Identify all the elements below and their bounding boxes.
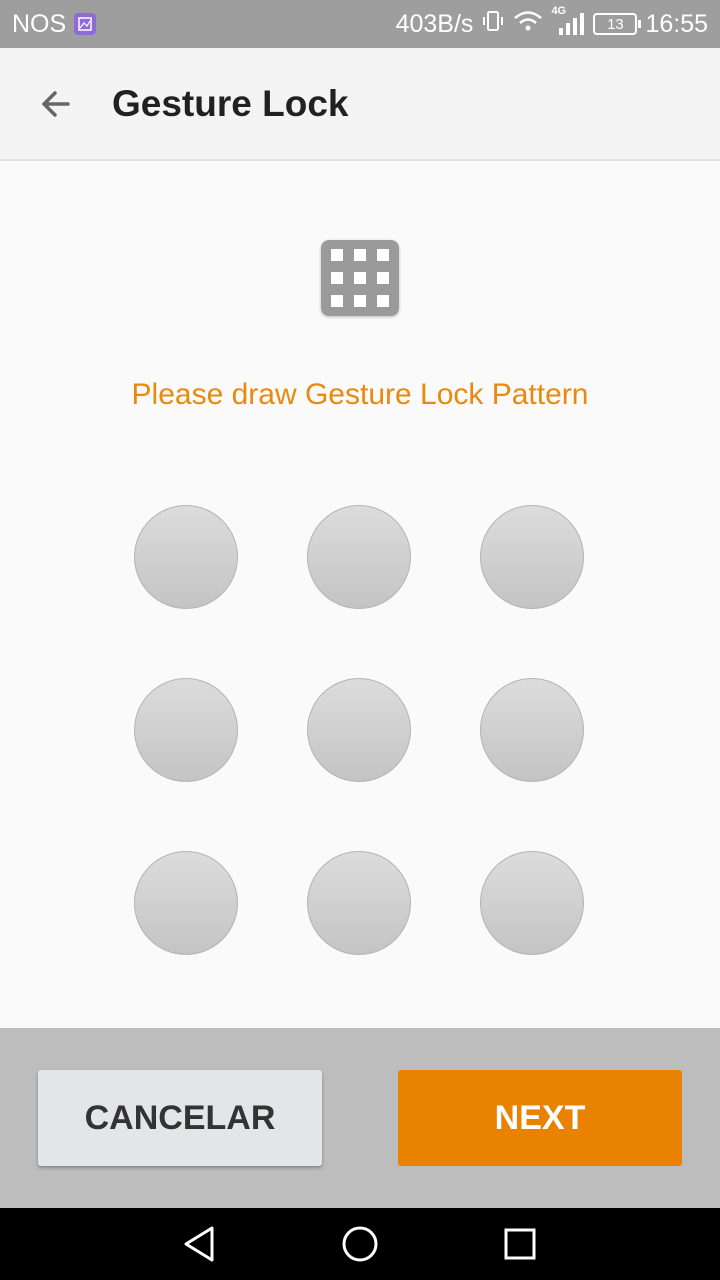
cancel-button[interactable]: CANCELAR [38, 1070, 322, 1166]
clock: 16:55 [645, 9, 708, 38]
pattern-dot-2[interactable] [307, 505, 411, 609]
pattern-dot-5[interactable] [307, 678, 411, 782]
system-nav-bar [0, 1208, 720, 1280]
pattern-dot-7[interactable] [134, 851, 238, 955]
circle-home-icon [342, 1226, 378, 1262]
app-bar: Gesture Lock [0, 48, 720, 161]
bottom-action-area: CANCELAR NEXT [0, 1028, 720, 1208]
square-recents-icon [504, 1228, 536, 1260]
triangle-back-icon [184, 1226, 214, 1262]
pattern-dot-3[interactable] [480, 505, 584, 609]
pattern-dot-6[interactable] [480, 678, 584, 782]
battery-icon: 13 [593, 13, 642, 35]
back-button[interactable] [0, 47, 112, 160]
nav-back-button[interactable] [178, 1222, 222, 1266]
nav-recents-button[interactable] [498, 1222, 542, 1266]
next-button[interactable]: NEXT [398, 1070, 682, 1166]
vibrate-icon [481, 9, 505, 40]
wifi-icon [513, 9, 543, 40]
pattern-dot-8[interactable] [307, 851, 411, 955]
status-right: 403B/s 4G 13 16:55 [395, 5, 708, 40]
nav-home-button[interactable] [338, 1222, 382, 1266]
battery-level: 13 [607, 15, 624, 33]
instruction-text: Please draw Gesture Lock Pattern [131, 378, 589, 411]
grid-dots-icon [321, 240, 399, 316]
status-left: NOS [12, 9, 97, 39]
pattern-dot-4[interactable] [134, 678, 238, 782]
net-speed: 403B/s [395, 9, 474, 38]
arrow-left-icon [42, 90, 70, 117]
carrier-name: NOS [12, 9, 67, 38]
page-title: Gesture Lock [112, 82, 349, 124]
gallery-notification-icon [74, 13, 97, 35]
pattern-dot-9[interactable] [480, 851, 584, 955]
pattern-dot-1[interactable] [134, 505, 238, 609]
status-bar: NOS 403B/s 4G 13 16:55 [0, 0, 720, 48]
cell-signal-icon: 4G [551, 5, 585, 37]
